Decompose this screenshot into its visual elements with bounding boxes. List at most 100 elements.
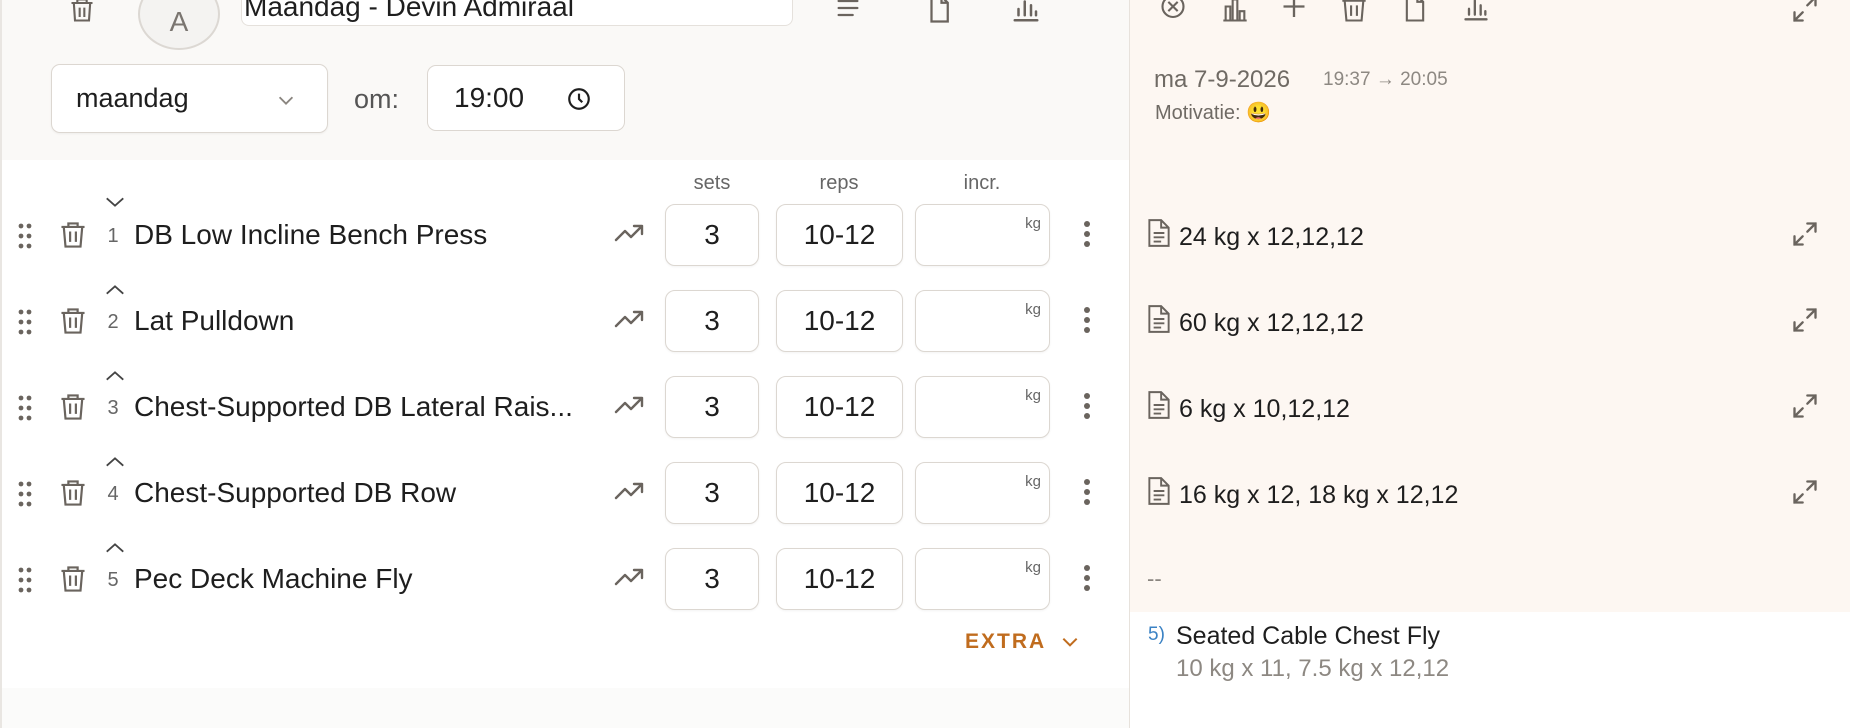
exercise-name[interactable]: Lat Pulldown: [134, 305, 594, 337]
drag-handle-icon[interactable]: [18, 222, 32, 250]
reps-value: 10-12: [803, 477, 876, 508]
exercise-log-empty: --: [1147, 566, 1162, 591]
sets-input[interactable]: 3: [665, 204, 759, 266]
day-select[interactable]: maandag: [51, 64, 328, 133]
trend-up-icon[interactable]: [614, 220, 646, 248]
log-document-icon[interactable]: [1146, 304, 1172, 334]
drag-handle-icon[interactable]: [18, 566, 32, 594]
clock-icon[interactable]: [566, 86, 592, 112]
workout-title-text: Maandag - Devin Admiraal: [244, 0, 574, 22]
trash-icon[interactable]: [1340, 0, 1368, 24]
increment-input[interactable]: kg: [915, 290, 1050, 352]
log-document-icon[interactable]: [1146, 390, 1172, 420]
drag-handle-icon[interactable]: [18, 480, 32, 508]
log-document-icon[interactable]: [1146, 476, 1172, 506]
trend-up-icon[interactable]: [614, 392, 646, 420]
exercise-number: 2: [107, 311, 119, 333]
left-edge: [0, 0, 2, 728]
time-field[interactable]: 19:00: [427, 65, 625, 131]
expand-icon[interactable]: [1791, 0, 1819, 24]
chevron-up-icon[interactable]: [104, 454, 126, 470]
column-header-sets: sets: [693, 172, 731, 194]
trend-up-icon[interactable]: [614, 478, 646, 506]
trend-up-icon[interactable]: [614, 564, 646, 592]
bar-chart-icon[interactable]: [1461, 0, 1491, 24]
drag-handle-icon[interactable]: [18, 308, 32, 336]
sets-input[interactable]: 3: [665, 462, 759, 524]
trend-up-icon[interactable]: [614, 306, 646, 334]
exercise-number: 3: [107, 397, 119, 419]
column-header-incr: incr.: [963, 172, 1001, 194]
bar-chart-icon[interactable]: [1011, 0, 1041, 24]
motivation-label: Motivatie:: [1155, 102, 1241, 124]
extra-exercise-name[interactable]: Seated Cable Chest Fly: [1176, 622, 1440, 651]
session-time-range: 19:37 → 20:05: [1323, 69, 1448, 90]
motivation-emoji: 😃: [1246, 102, 1272, 124]
close-circle-icon[interactable]: [1157, 0, 1189, 24]
more-options-icon[interactable]: [1083, 564, 1091, 592]
increment-input[interactable]: kg: [915, 548, 1050, 610]
reps-value: 10-12: [803, 563, 876, 594]
avatar-letter: A: [169, 6, 189, 37]
trash-icon[interactable]: [59, 564, 87, 594]
more-options-icon[interactable]: [1083, 220, 1091, 248]
chevron-down-icon[interactable]: [104, 194, 126, 210]
more-options-icon[interactable]: [1083, 392, 1091, 420]
reps-input[interactable]: 10-12: [776, 376, 903, 438]
sets-value: 3: [704, 563, 720, 594]
exercise-name[interactable]: Chest-Supported DB Lateral Rais...: [134, 391, 594, 423]
trash-icon[interactable]: [68, 0, 96, 24]
workout-title-field[interactable]: Maandag - Devin Admiraal: [241, 0, 793, 26]
time-label: om:: [354, 84, 400, 114]
kg-unit-label: kg: [1025, 301, 1041, 318]
expand-icon[interactable]: [1791, 392, 1819, 420]
chevron-down-icon: [1060, 634, 1080, 650]
increment-input[interactable]: kg: [915, 462, 1050, 524]
exercise-name[interactable]: DB Low Incline Bench Press: [134, 219, 594, 251]
kg-unit-label: kg: [1025, 559, 1041, 576]
sets-value: 3: [704, 305, 720, 336]
sets-input[interactable]: 3: [665, 376, 759, 438]
chevron-up-icon[interactable]: [104, 540, 126, 556]
expand-icon[interactable]: [1791, 220, 1819, 248]
chevron-up-icon[interactable]: [104, 368, 126, 384]
exercise-log-text: 60 kg x 12,12,12: [1179, 309, 1364, 337]
list-icon[interactable]: [834, 0, 862, 22]
document-icon[interactable]: [924, 0, 954, 24]
drag-handle-icon[interactable]: [18, 394, 32, 422]
day-select-value: maandag: [76, 83, 189, 113]
document-icon[interactable]: [1400, 0, 1430, 24]
expand-icon[interactable]: [1791, 306, 1819, 334]
expand-icon[interactable]: [1791, 478, 1819, 506]
sets-input[interactable]: 3: [665, 548, 759, 610]
statistics-icon[interactable]: [1219, 0, 1251, 24]
increment-input[interactable]: kg: [915, 204, 1050, 266]
exercise-name[interactable]: Pec Deck Machine Fly: [134, 563, 594, 595]
more-options-icon[interactable]: [1083, 478, 1091, 506]
trash-icon[interactable]: [59, 478, 87, 508]
exercise-log-text: 16 kg x 12, 18 kg x 12,12: [1179, 481, 1459, 509]
sets-value: 3: [704, 219, 720, 250]
reps-input[interactable]: 10-12: [776, 204, 903, 266]
reps-value: 10-12: [803, 219, 876, 250]
plus-icon[interactable]: [1280, 0, 1308, 24]
reps-input[interactable]: 10-12: [776, 548, 903, 610]
extra-button[interactable]: EXTRA: [965, 630, 1080, 654]
kg-unit-label: kg: [1025, 473, 1041, 490]
sets-input[interactable]: 3: [665, 290, 759, 352]
exercise-number: 4: [107, 483, 119, 505]
reps-input[interactable]: 10-12: [776, 290, 903, 352]
trash-icon[interactable]: [59, 392, 87, 422]
exercise-log-text: 6 kg x 10,12,12: [1179, 395, 1350, 423]
trash-icon[interactable]: [59, 306, 87, 336]
increment-input[interactable]: kg: [915, 376, 1050, 438]
extra-exercise-detail: 10 kg x 11, 7.5 kg x 12,12: [1176, 655, 1450, 682]
reps-input[interactable]: 10-12: [776, 462, 903, 524]
more-options-icon[interactable]: [1083, 306, 1091, 334]
extra-exercise-number: 5): [1148, 624, 1165, 645]
chevron-up-icon[interactable]: [104, 282, 126, 298]
log-document-icon[interactable]: [1146, 218, 1172, 248]
exercise-name[interactable]: Chest-Supported DB Row: [134, 477, 594, 509]
trash-icon[interactable]: [59, 220, 87, 250]
column-header-reps: reps: [819, 172, 859, 194]
